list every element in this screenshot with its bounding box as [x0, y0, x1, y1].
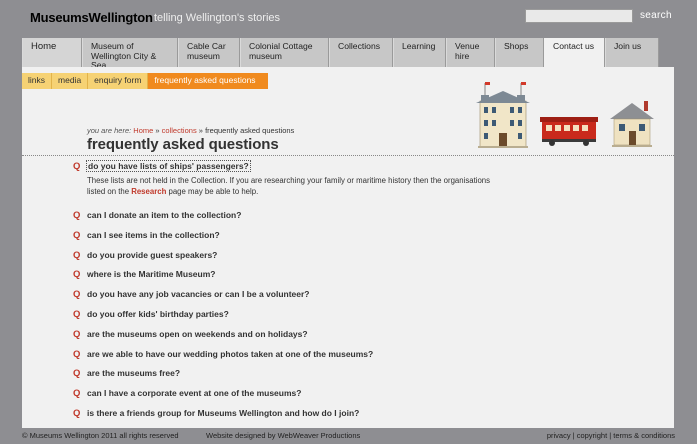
question-icon: Q: [73, 328, 81, 340]
nav-contact-us[interactable]: Contact us: [544, 38, 605, 69]
footer-copyright: © Museums Wellington 2011 all rights res…: [22, 431, 179, 440]
question-icon: Q: [73, 289, 81, 301]
faq-question[interactable]: are the museums open on weekends and on …: [87, 329, 308, 339]
nav-shops[interactable]: Shops: [495, 38, 544, 67]
faq-item: Qcan I donate an item to the collection?: [73, 210, 513, 230]
nav-venue-hire[interactable]: Venue hire: [446, 38, 495, 67]
faq-item: Qare we able to have our wedding photos …: [73, 349, 513, 369]
search-button[interactable]: search: [640, 10, 672, 21]
main-nav: Home Museum of Wellington City & Sea Cab…: [22, 38, 674, 70]
footer-links: privacy | copyright | terms & conditions: [547, 431, 675, 440]
subnav-faq[interactable]: frequently asked questions: [148, 73, 268, 89]
faq-item: Qare the museums open on weekends and on…: [73, 329, 513, 349]
faq-question[interactable]: can I have a corporate event at one of t…: [87, 388, 301, 398]
nav-collections[interactable]: Collections: [329, 38, 393, 67]
breadcrumb-prefix: you are here:: [87, 126, 132, 135]
nav-home[interactable]: Home: [22, 38, 82, 67]
site-tagline: telling Wellington's stories: [154, 12, 281, 24]
faq-question[interactable]: do you offer kids' birthday parties?: [87, 309, 229, 319]
faq-item: Qdo you offer kids' birthday parties?: [73, 309, 513, 329]
footer: © Museums Wellington 2011 all rights res…: [0, 428, 697, 444]
faq-item: Qcan I have a corporate event at one of …: [73, 388, 513, 408]
faq-item: Qdo you have any job vacancies or can I …: [73, 289, 513, 309]
nav-cable-car-museum[interactable]: Cable Car museum: [178, 38, 240, 67]
faq-question[interactable]: do you have any job vacancies or can I b…: [87, 289, 310, 299]
breadcrumb: you are here: Home » collections » frequ…: [87, 126, 294, 135]
faq-item: Qare the museums free?: [73, 368, 513, 388]
museum-building-icon: [476, 82, 530, 148]
breadcrumb-home[interactable]: Home: [133, 126, 153, 135]
question-icon: Q: [73, 249, 81, 261]
museum-buildings-illustration: [476, 82, 654, 148]
breadcrumb-collections[interactable]: collections: [162, 126, 197, 135]
faq-item: Q do you have lists of ships' passengers…: [73, 160, 513, 210]
subnav-enquiry-form[interactable]: enquiry form: [88, 73, 149, 89]
question-icon: Q: [73, 269, 81, 281]
nav-learning[interactable]: Learning: [393, 38, 446, 67]
question-icon: Q: [73, 308, 81, 320]
breadcrumb-separator: »: [155, 126, 160, 135]
faq-answer-text: page may be able to help.: [168, 187, 259, 196]
breadcrumb-separator: »: [198, 126, 203, 135]
footer-separator: |: [609, 431, 612, 440]
site-logo[interactable]: MuseumsWellington: [30, 10, 153, 25]
search-input[interactable]: [525, 9, 633, 23]
nav-join-us[interactable]: Join us: [605, 38, 659, 67]
question-icon: Q: [73, 348, 81, 360]
footer-copyright-link[interactable]: copyright: [577, 431, 607, 440]
research-link[interactable]: Research: [131, 187, 166, 196]
sub-nav: links media enquiry form frequently aske…: [22, 73, 268, 89]
breadcrumb-current: frequently asked questions: [205, 126, 295, 135]
faq-answer: These lists are not held in the Collecti…: [87, 175, 497, 197]
faq-item: Qis there a friends group for Museums We…: [73, 408, 513, 428]
faq-item: Qcan I see items in the collection?: [73, 230, 513, 250]
header: MuseumsWellington telling Wellington's s…: [0, 0, 697, 38]
subnav-media[interactable]: media: [52, 73, 89, 89]
question-icon: Q: [73, 368, 81, 380]
footer-terms-link[interactable]: terms & conditions: [613, 431, 675, 440]
nav-museum-of-wellington[interactable]: Museum of Wellington City & Sea: [82, 38, 178, 70]
faq-question[interactable]: can I see items in the collection?: [87, 230, 220, 240]
subnav-links[interactable]: links: [22, 73, 53, 89]
nav-colonial-cottage-museum[interactable]: Colonial Cottage museum: [240, 38, 329, 67]
faq-question[interactable]: can I donate an item to the collection?: [87, 210, 241, 220]
faq-question[interactable]: are the museums free?: [87, 368, 180, 378]
faq-question[interactable]: do you have lists of ships' passengers?: [86, 160, 251, 172]
faq-list: Q do you have lists of ships' passengers…: [73, 160, 513, 428]
main-content: links media enquiry form frequently aske…: [22, 67, 674, 428]
title-divider: [22, 155, 674, 156]
footer-separator: |: [572, 431, 575, 440]
question-icon: Q: [73, 229, 81, 241]
question-icon: Q: [73, 161, 81, 172]
footer-designer-credit[interactable]: Website designed by WebWeaver Production…: [206, 431, 360, 440]
question-icon: Q: [73, 210, 81, 221]
footer-privacy-link[interactable]: privacy: [547, 431, 571, 440]
question-icon: Q: [73, 388, 81, 400]
cable-car-icon: [540, 117, 598, 146]
faq-question[interactable]: are we able to have our wedding photos t…: [87, 349, 373, 359]
question-icon: Q: [73, 407, 81, 419]
cottage-icon: [610, 101, 654, 147]
page-title: frequently asked questions: [87, 136, 279, 153]
faq-question[interactable]: is there a friends group for Museums Wel…: [87, 408, 359, 418]
faq-item: Qdo you provide guest speakers?: [73, 250, 513, 270]
faq-item: Qwhere is the Maritime Museum?: [73, 269, 513, 289]
faq-question[interactable]: do you provide guest speakers?: [87, 250, 217, 260]
faq-question[interactable]: where is the Maritime Museum?: [87, 269, 215, 279]
